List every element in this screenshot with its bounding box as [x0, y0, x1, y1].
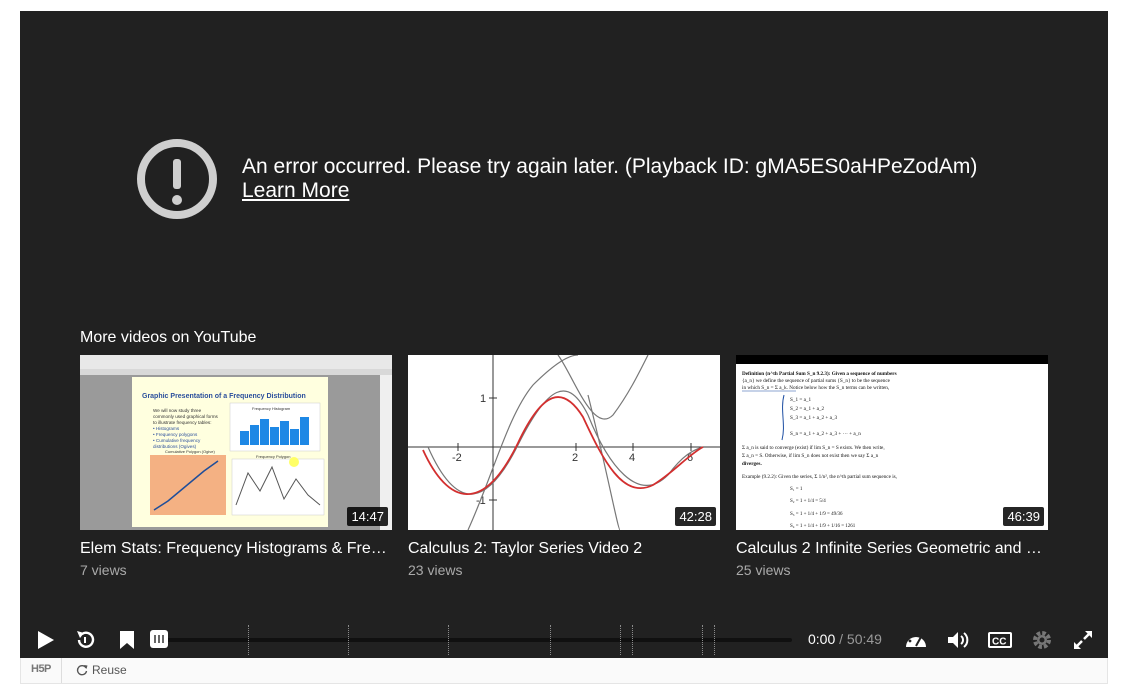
replay-icon [77, 630, 95, 648]
svg-text:Σ a_n is said to converge (exi: Σ a_n is said to converge (exist) if lim… [742, 444, 885, 451]
h5p-logo: H5P [31, 663, 51, 675]
svg-text:2: 2 [572, 452, 578, 464]
video-thumbnail[interactable]: Graphic Presentation of a Frequency Dist… [80, 355, 392, 530]
bookmarks-button[interactable] [117, 621, 137, 658]
reuse-label: Reuse [92, 663, 127, 677]
speed-icon [906, 632, 926, 647]
svg-text:We will now study three: We will now study three [153, 408, 202, 413]
svg-text:S₂ = 1 + 1/4 = 5/4: S₂ = 1 + 1/4 = 5/4 [790, 499, 826, 504]
total-duration: 50:49 [846, 631, 882, 647]
taylor-graph-thumbnail: -2 2 4 6 1 -1 [408, 355, 720, 530]
svg-text:• Histograms: • Histograms [153, 426, 180, 431]
svg-text:-1: -1 [476, 495, 486, 507]
captions-icon: CC [988, 631, 1012, 648]
reuse-button[interactable]: Reuse [76, 663, 127, 677]
svg-text:S_3 = a_1 + a_2 + a_3: S_3 = a_1 + a_2 + a_3 [790, 415, 838, 421]
bookmark-marker [632, 625, 633, 655]
learn-more-link[interactable]: Learn More [242, 178, 349, 204]
bookmark-marker [550, 625, 551, 655]
svg-text:diverges.: diverges. [742, 461, 762, 467]
bookmark-marker [714, 625, 715, 655]
video-thumbnail[interactable]: Definition (n^th Partial Sum S_n 9.2.3):… [736, 355, 1048, 530]
svg-text:1: 1 [480, 393, 486, 405]
video-duration: 14:47 [347, 507, 388, 526]
fullscreen-icon [1074, 630, 1092, 649]
settings-button[interactable] [1031, 621, 1053, 658]
bookmark-marker [448, 625, 449, 655]
svg-text:commonly used graphical forms: commonly used graphical forms [153, 414, 219, 419]
video-thumbnail[interactable]: -2 2 4 6 1 -1 42:28 [408, 355, 720, 530]
video-title[interactable]: Calculus 2 Infinite Series Geometric and… [736, 540, 1048, 558]
svg-text:to illustrate frequency tables: to illustrate frequency tables: [153, 420, 211, 425]
error-icon [137, 139, 217, 219]
video-views: 25 views [736, 562, 791, 578]
bookmark-icon [120, 630, 134, 649]
svg-text:S₃ = 1 + 1/4 + 1/9 = 49/36: S₃ = 1 + 1/4 + 1/9 = 49/36 [790, 512, 843, 517]
bookmark-marker [620, 625, 621, 655]
svg-text:Definition (n^th Partial Sum S: Definition (n^th Partial Sum S_n 9.2.3):… [742, 370, 897, 377]
fullscreen-button[interactable] [1072, 621, 1094, 658]
playback-rate-button[interactable] [903, 621, 929, 658]
svg-text:• Frequency polygons: • Frequency polygons [153, 432, 198, 437]
mute-button[interactable] [945, 621, 971, 658]
settings-icon [1033, 630, 1051, 649]
thumb-heading: Graphic Presentation of a Frequency Dist… [142, 393, 306, 400]
video-duration: 42:28 [675, 507, 716, 526]
video-views: 7 views [80, 562, 127, 578]
svg-text:S_1 = a_1: S_1 = a_1 [790, 397, 811, 403]
video-player[interactable]: An error occurred. Please try again late… [20, 11, 1108, 658]
current-time: 0:00 [808, 631, 836, 647]
rewind-button[interactable] [73, 621, 97, 658]
video-card[interactable]: -2 2 4 6 1 -1 42:28 Calculus 2: Taylor S… [408, 355, 720, 578]
divider [61, 658, 62, 683]
svg-text:-2: -2 [452, 452, 462, 464]
h5p-footer: H5P Reuse [20, 658, 1108, 684]
svg-text:S₄ = 1 + 1/4 + 1/9 + 1/16 = 12: S₄ = 1 + 1/4 + 1/9 + 1/16 = 1261 [790, 524, 856, 529]
svg-text:in which S_n = Σ a_k. Notice b: in which S_n = Σ a_k. Notice below how t… [742, 385, 889, 391]
svg-text:Example (9.2.2): Given the ser: Example (9.2.2): Given the series, Σ 1/n… [742, 473, 897, 480]
svg-text:Frequency Polygon: Frequency Polygon [256, 454, 290, 459]
seek-handle[interactable] [150, 630, 168, 648]
video-card[interactable]: Graphic Presentation of a Frequency Dist… [80, 355, 392, 578]
bookmark-marker [348, 625, 349, 655]
time-display: 0:00 / 50:49 [808, 631, 882, 647]
bookmark-marker [702, 625, 703, 655]
svg-text:Cumulative Polygon (Ogive): Cumulative Polygon (Ogive) [165, 449, 215, 454]
play-button[interactable] [34, 621, 56, 658]
player-controls: 0:00 / 50:49 CC [20, 621, 1108, 658]
svg-text:Σ a_n = S. Otherwise, if lim S: Σ a_n = S. Otherwise, if lim S_n does no… [742, 452, 879, 459]
seek-bar[interactable] [158, 638, 792, 642]
svg-text:• Cumulative frequency: • Cumulative frequency [153, 438, 201, 443]
error-message: An error occurred. Please try again late… [242, 155, 978, 178]
svg-text:S_2 = a_1 + a_2: S_2 = a_1 + a_2 [790, 406, 824, 412]
video-card[interactable]: Definition (n^th Partial Sum S_n 9.2.3):… [736, 355, 1048, 578]
svg-text:CC: CC [992, 636, 1006, 647]
svg-text:S_n = a_1 + a_2 + a_3 + ··· +: S_n = a_1 + a_2 + a_3 + ··· + a_n [790, 431, 861, 437]
video-title[interactable]: Elem Stats: Frequency Histograms & Freq.… [80, 540, 392, 558]
video-views: 23 views [408, 562, 463, 578]
volume-icon [948, 631, 969, 648]
play-icon [38, 630, 54, 649]
stats-slide-thumbnail: Graphic Presentation of a Frequency Dist… [80, 355, 392, 530]
bookmark-marker [248, 625, 249, 655]
video-duration: 46:39 [1003, 507, 1044, 526]
svg-text:{a_n} we define the sequence o: {a_n} we define the sequence of partial … [742, 377, 891, 384]
refresh-icon [76, 665, 88, 676]
svg-text:Frequency Histogram: Frequency Histogram [252, 406, 291, 411]
more-videos-heading: More videos on YouTube [80, 329, 257, 346]
video-title[interactable]: Calculus 2: Taylor Series Video 2 [408, 540, 720, 558]
svg-text:S₁ = 1: S₁ = 1 [790, 487, 803, 492]
svg-text:4: 4 [629, 452, 635, 464]
captions-button[interactable]: CC [986, 621, 1014, 658]
series-notes-thumbnail: Definition (n^th Partial Sum S_n 9.2.3):… [736, 355, 1048, 530]
time-separator: / [835, 631, 847, 647]
